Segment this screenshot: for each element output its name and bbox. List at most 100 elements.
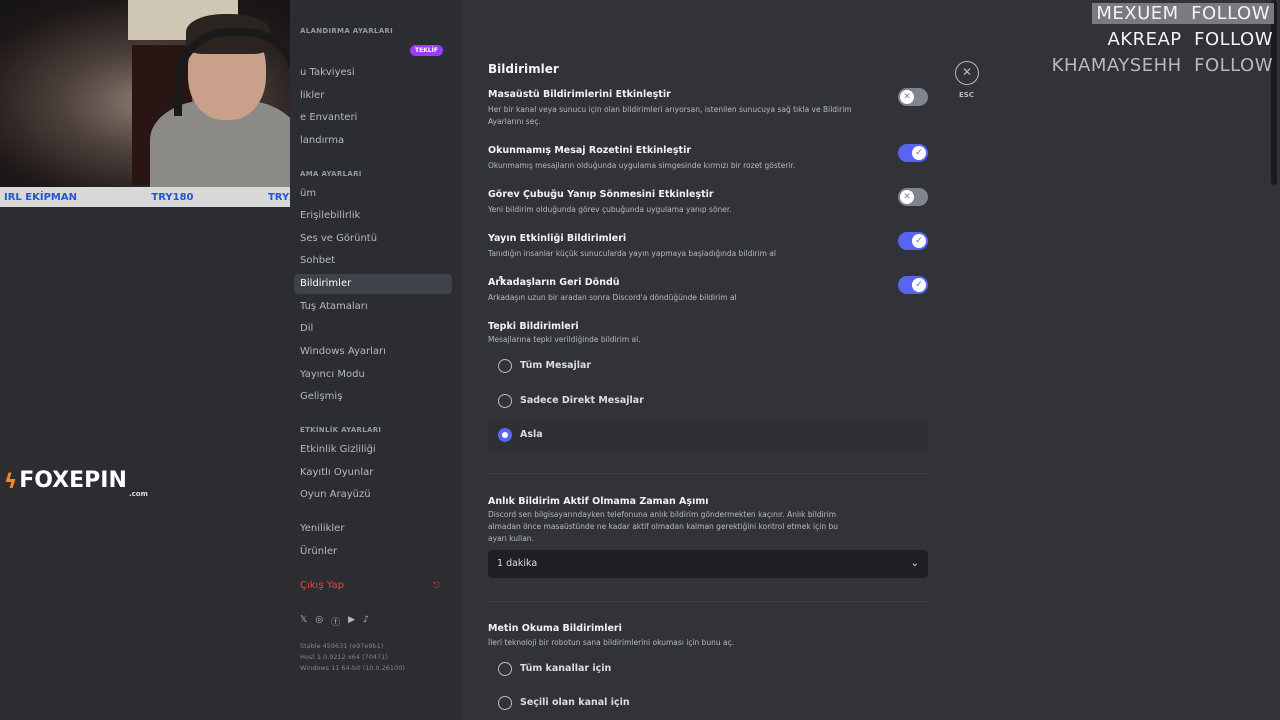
x-icon: ✕ xyxy=(900,190,914,204)
toggle-desktop-notifications[interactable]: ✕ xyxy=(898,88,928,106)
version-stable: Stable 459631 (e97e9b1) xyxy=(300,642,384,650)
sidebar-item-urunler[interactable]: Ürünler xyxy=(294,542,452,562)
toggle-friends-return[interactable]: ✓ xyxy=(898,276,928,294)
radio-label: Tüm Mesajlar xyxy=(520,360,592,371)
setting-desc-stream: Tanıdığın insanlar küçük sunucularda yay… xyxy=(488,249,776,258)
afk-timeout-value: 1 dakika xyxy=(497,558,538,569)
sidebar-item-bildirimler[interactable]: Bildirimler xyxy=(294,274,452,294)
sidebar-item-gorunum[interactable]: üm xyxy=(294,184,452,204)
radio-tts-all[interactable]: Tüm kanallar için xyxy=(488,655,928,685)
sidebar-item-kayitli-oyunlar[interactable]: Kayıtlı Oyunlar xyxy=(294,463,452,483)
radio-label: Seçili olan kanal için xyxy=(520,697,630,708)
sidebar-item-sohbet[interactable]: Sohbet xyxy=(294,251,452,271)
radio-option-dm[interactable]: Sadece Direkt Mesajlar xyxy=(488,387,928,417)
mouse-cursor-icon: ↖ xyxy=(498,274,507,285)
version-host: Host 1.0.9212 x64 (70471) xyxy=(300,653,388,661)
sidebar-header-app: ALANDIRMA AYARLARI xyxy=(300,27,394,35)
radio-circle[interactable] xyxy=(498,394,512,408)
setting-desc-taskbar: Yeni bildirim olduğunda görev çubuğunda … xyxy=(488,205,732,214)
sidebar-item-erisilebilirlik[interactable]: Erişilebilirlik xyxy=(294,206,452,226)
setting-desc-badge: Okunmamış mesajların olduğunda uygulama … xyxy=(488,161,796,170)
radio-circle-selected[interactable] xyxy=(498,428,512,442)
sidebar-header-activity: ETKİNLİK AYARLARI xyxy=(300,426,382,434)
sidebar-item-gelismis[interactable]: Gelişmiş xyxy=(294,387,452,407)
afk-title: Anlık Bildirim Aktif Olmama Zaman Aşımı xyxy=(488,496,709,507)
x-icon[interactable]: 𝕏 xyxy=(300,615,307,628)
setting-title-stream: Yayın Etkinliği Bildirimleri xyxy=(488,233,627,244)
page-title: Bildirimler xyxy=(488,62,559,76)
divider xyxy=(488,601,928,602)
x-icon: ✕ xyxy=(900,90,914,104)
afk-desc: Discord sen bilgisayarındayken telefonun… xyxy=(488,510,839,543)
sidebar-item-takviye[interactable]: u Takviyesi xyxy=(294,63,452,83)
sidebar-item-yenilikler[interactable]: Yenilikler xyxy=(294,519,452,539)
divider xyxy=(488,473,928,474)
radio-circle[interactable] xyxy=(498,662,512,676)
follow-alert-3: KHAMAYSEHH FOLLOW xyxy=(1052,55,1273,76)
sidebar-item-envanter[interactable]: e Envanteri xyxy=(294,108,452,128)
toggle-stream-activity[interactable]: ✓ xyxy=(898,232,928,250)
sidebar-item-etkinlik-gizliligi[interactable]: Etkinlik Gizliliği xyxy=(294,440,452,460)
sidebar-item-ses-goruntu[interactable]: Ses ve Görüntü xyxy=(294,229,452,249)
tts-desc: İleri teknoloji bir robotun sana bildiri… xyxy=(488,638,735,647)
radio-circle[interactable] xyxy=(498,696,512,710)
equipment-price-1: TRY180 xyxy=(151,191,194,203)
headset xyxy=(174,28,300,116)
follower-name: MEXUEM xyxy=(1096,3,1179,24)
radio-circle[interactable] xyxy=(498,359,512,373)
teklif-badge: TEKLİF xyxy=(410,45,443,56)
follow-label: FOLLOW xyxy=(1191,3,1270,24)
youtube-icon[interactable]: ▶ xyxy=(348,615,355,628)
sidebar-item-windows[interactable]: Windows Ayarları xyxy=(294,342,452,362)
setting-title-friends: Arkadaşların Geri Döndü xyxy=(488,277,620,288)
setting-title-desktop: Masaüstü Bildirimlerini Etkinleştir xyxy=(488,89,671,100)
check-icon: ✓ xyxy=(912,234,926,248)
reaction-desc: Mesajlarına tepki verildiğinde bildirim … xyxy=(488,335,641,344)
sidebar-item-landirma[interactable]: landırma xyxy=(294,131,452,151)
close-icon[interactable]: ✕ xyxy=(955,61,979,85)
logout-button[interactable]: Çıkış Yap xyxy=(294,576,452,596)
radio-tts-selected[interactable]: Seçili olan kanal için xyxy=(488,689,928,719)
equipment-bar: IRL EKİPMAN TRY180 TRY35000 xyxy=(0,187,328,207)
setting-title-badge: Okunmamış Mesaj Rozetini Etkinleştir xyxy=(488,145,692,156)
check-icon: ✓ xyxy=(912,278,926,292)
afk-timeout-select[interactable]: 1 dakika ⌄ xyxy=(488,550,928,578)
brand-suffix: .com xyxy=(129,490,148,498)
tiktok-icon[interactable]: ♪ xyxy=(363,615,369,628)
equipment-label: IRL EKİPMAN xyxy=(4,191,77,203)
sidebar-item-yayinci[interactable]: Yayıncı Modu xyxy=(294,365,452,385)
follow-label: FOLLOW xyxy=(1194,29,1273,50)
sidebar-item-oyun-arayuzu[interactable]: Oyun Arayüzü xyxy=(294,485,452,505)
radio-option-all[interactable]: Tüm Mesajlar xyxy=(488,352,928,382)
logout-icon: ⎋ xyxy=(433,581,441,591)
radio-label: Asla xyxy=(520,429,543,440)
toggle-taskbar-flash[interactable]: ✕ xyxy=(898,188,928,206)
setting-title-taskbar: Görev Çubuğu Yanıp Sönmesini Etkinleştir xyxy=(488,189,714,200)
follow-alert-1: MEXUEM FOLLOW xyxy=(1092,3,1274,24)
setting-desc-friends: Arkadaşın uzun bir aradan sonra Discord'… xyxy=(488,293,737,302)
sidebar-item-tus-atamalari[interactable]: Tuş Atamaları xyxy=(294,297,452,317)
radio-label: Sadece Direkt Mesajlar xyxy=(520,395,644,406)
scrollbar[interactable] xyxy=(1271,0,1277,185)
fox-icon: ϟ xyxy=(4,468,18,493)
social-links: 𝕏 ◎ ⓕ ▶ ♪ xyxy=(300,615,369,628)
brand-name: FOXEPIN xyxy=(19,468,127,493)
setting-desc-desktop: Her bir kanal veya sunucu için olan bild… xyxy=(488,105,852,126)
reaction-title: Tepki Bildirimleri xyxy=(488,321,579,332)
webcam-feed xyxy=(0,0,328,187)
check-icon: ✓ xyxy=(912,146,926,160)
instagram-icon[interactable]: ◎ xyxy=(315,615,323,628)
facebook-icon[interactable]: ⓕ xyxy=(331,615,340,628)
sidebar-item-dil[interactable]: Dil xyxy=(294,319,452,339)
follower-name: AKREAP xyxy=(1107,29,1182,50)
sidebar-item-likler[interactable]: likler xyxy=(294,86,452,106)
settings-sidebar: ALANDIRMA AYARLARI TEKLİF u Takviyesi li… xyxy=(290,0,462,720)
radio-option-never[interactable]: Asla xyxy=(488,421,928,451)
follow-label: FOLLOW xyxy=(1194,55,1273,76)
toggle-unread-badge[interactable]: ✓ xyxy=(898,144,928,162)
version-os: Windows 11 64-bit (10.0.26100) xyxy=(300,664,405,672)
esc-label: ESC xyxy=(959,91,974,99)
follow-alert-2: AKREAP FOLLOW xyxy=(1107,29,1273,50)
sidebar-header-uygulama: AMA AYARLARI xyxy=(300,170,362,178)
radio-label: Tüm kanallar için xyxy=(520,663,612,674)
